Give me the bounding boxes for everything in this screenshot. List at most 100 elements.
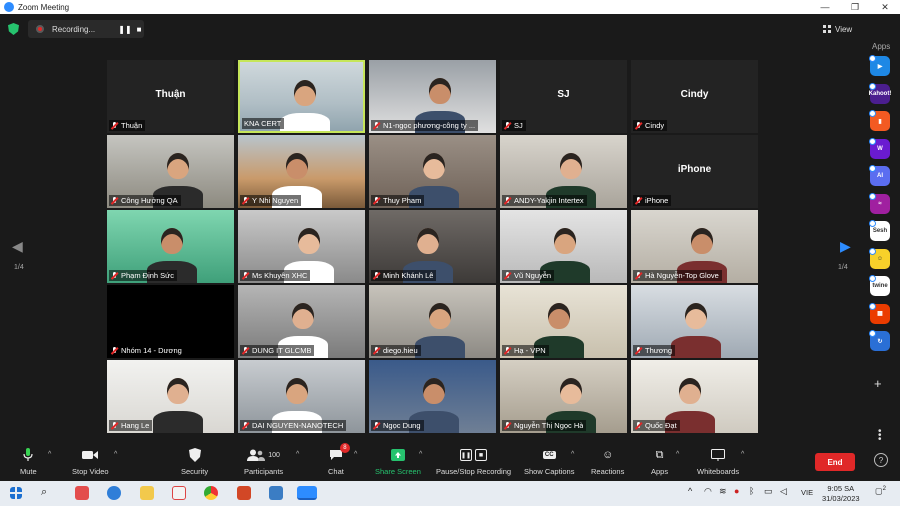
participant-display-name: Thuận <box>155 89 186 100</box>
app-smile-icon[interactable]: ☺ <box>869 247 890 269</box>
participant-tile[interactable]: SJ SJ <box>500 60 627 133</box>
participants-button[interactable]: 100 Participants <box>244 447 283 476</box>
participant-head <box>167 378 189 404</box>
apps-options-caret-icon[interactable]: ^ <box>676 451 679 458</box>
participant-tile[interactable]: Minh Khánh Lê <box>369 210 496 283</box>
twine-icon[interactable]: twine <box>869 275 890 296</box>
participant-tile[interactable]: ANDY-Yakjin Intertex <box>500 135 627 208</box>
participant-tile[interactable]: diego.hieu <box>369 285 496 358</box>
wordwall-icon[interactable]: W <box>869 137 890 159</box>
participant-tile[interactable]: KNA CERT <box>238 60 365 133</box>
pause-recording-icon[interactable]: ❚❚ <box>118 24 131 34</box>
whiteboard-options-caret-icon[interactable]: ^ <box>741 451 744 458</box>
participant-tile[interactable]: Y Nhi Nguyen <box>238 135 365 208</box>
volume-icon[interactable]: ◁ <box>780 486 787 497</box>
participant-tile[interactable]: Nguyễn Thị Ngọc Hà <box>500 360 627 433</box>
chat-button[interactable]: 8 Chat <box>328 443 350 476</box>
chat-options-caret-icon[interactable]: ^ <box>354 451 357 458</box>
participant-tile[interactable]: Quốc Đạt <box>631 360 758 433</box>
photos-icon[interactable] <box>269 486 283 500</box>
participant-tile[interactable]: Thuận Thuận <box>107 60 234 133</box>
share-options-caret-icon[interactable]: ^ <box>419 451 422 458</box>
participant-tile[interactable]: iPhone iPhone <box>631 135 758 208</box>
participants-options-caret-icon[interactable]: ^ <box>296 451 299 458</box>
close-button[interactable]: ✕ <box>870 0 900 14</box>
participant-tile[interactable]: Nhóm 14 - Dương <box>107 285 234 358</box>
zoom-taskbar-icon[interactable] <box>297 486 317 500</box>
file-explorer-icon[interactable] <box>140 486 154 500</box>
muted-microphone-icon <box>504 421 511 430</box>
share-screen-button[interactable]: Share Screen <box>375 447 421 476</box>
apps-button[interactable]: ⧉ Apps <box>651 447 668 477</box>
participant-tile[interactable]: Phạm Định Sức <box>107 210 234 283</box>
mute-button[interactable]: Mute <box>20 447 37 476</box>
app-orange-icon[interactable]: ▮ <box>869 110 890 131</box>
wifi-icon[interactable]: ≋ <box>719 486 727 497</box>
stop-recording-icon[interactable]: ■ <box>134 24 144 34</box>
participant-tile[interactable]: N1-ngọc phương-công ty ... <box>369 60 496 133</box>
video-options-caret-icon[interactable]: ^ <box>114 451 117 458</box>
chat-label: Chat <box>328 467 344 476</box>
app-office-icon[interactable]: ▦ <box>869 302 890 324</box>
security-button[interactable]: Security <box>181 447 208 476</box>
participant-tile[interactable]: DUNG IT GLCMB <box>238 285 365 358</box>
participant-head <box>292 303 314 329</box>
participant-name-label: Thương <box>633 345 676 356</box>
participant-tile[interactable]: DAI NGUYEN-NANOTECH <box>238 360 365 433</box>
next-page-arrow-icon[interactable]: ▶ <box>840 238 851 255</box>
participant-tile[interactable]: Cindy Cindy <box>631 60 758 133</box>
participant-tile[interactable]: Hà Nguyễn-Top Glove <box>631 210 758 283</box>
sesh-icon[interactable]: Sesh <box>869 220 890 241</box>
notifications-icon[interactable]: ▢2 <box>875 486 886 496</box>
app-taskbar-icon-1[interactable] <box>75 486 89 500</box>
app-taskbar-icon-2[interactable] <box>172 486 186 500</box>
participant-tile[interactable]: Hạ - VPN <box>500 285 627 358</box>
audio-options-caret-icon[interactable]: ^ <box>48 451 51 458</box>
input-language[interactable]: VIE <box>801 488 813 497</box>
show-captions-button[interactable]: CC Show Captions <box>524 447 574 476</box>
reactions-button[interactable]: ☺ Reactions <box>591 447 624 476</box>
app-play-icon[interactable]: ▶ <box>869 55 890 76</box>
show-hidden-icons-icon[interactable]: ^ <box>688 486 692 496</box>
network-icon[interactable]: ◠ <box>704 486 712 497</box>
restore-button[interactable]: ❐ <box>840 0 870 14</box>
participant-name-label: Y Nhi Nguyen <box>240 195 302 206</box>
app-sync-icon[interactable]: ↻ <box>869 330 890 351</box>
windows-start-icon[interactable] <box>10 487 22 499</box>
app-wave-icon[interactable]: ≈ <box>869 192 890 214</box>
participant-name-label: KNA CERT <box>242 118 285 129</box>
end-meeting-button[interactable]: End <box>815 453 855 471</box>
participant-tile[interactable]: Thuy Pham <box>369 135 496 208</box>
participant-tile[interactable]: Thương <box>631 285 758 358</box>
minimize-button[interactable]: — <box>810 0 840 14</box>
participant-head <box>560 378 582 404</box>
muted-microphone-icon <box>111 346 118 355</box>
battery-icon[interactable]: ▭ <box>764 486 773 497</box>
edge-browser-icon[interactable] <box>107 486 121 500</box>
kahoot-icon[interactable]: Kahoot! <box>869 82 891 104</box>
stop-video-button[interactable]: Stop Video <box>72 447 109 476</box>
search-icon[interactable]: ⌕ <box>41 486 55 500</box>
encryption-shield-icon[interactable] <box>8 23 19 35</box>
app-tray-icon-1[interactable]: ● <box>734 486 739 496</box>
system-clock[interactable]: 9:05 SA 31/03/2023 <box>822 484 860 504</box>
participant-name: KNA CERT <box>244 119 282 128</box>
help-icon[interactable]: ? <box>874 453 888 467</box>
participant-tile[interactable]: Ngọc Dung <box>369 360 496 433</box>
view-button[interactable]: View <box>823 22 859 36</box>
participant-tile[interactable]: Ms Khuyên XHC <box>238 210 365 283</box>
bluetooth-icon[interactable]: ᛒ <box>749 486 754 496</box>
participant-tile[interactable]: Vũ Nguyễn <box>500 210 627 283</box>
stop-video-label: Stop Video <box>72 467 109 476</box>
participant-tile[interactable]: Công Hưởng QA <box>107 135 234 208</box>
participant-tile[interactable]: Hang Le <box>107 360 234 433</box>
whiteboards-button[interactable]: Whiteboards <box>697 447 739 476</box>
participant-name: Thương <box>645 346 673 355</box>
add-app-icon[interactable]: + <box>874 376 882 391</box>
app-ai-icon[interactable]: AI <box>869 165 890 186</box>
powerpoint-icon[interactable] <box>237 486 251 500</box>
captions-options-caret-icon[interactable]: ^ <box>571 451 574 458</box>
previous-page-arrow-icon[interactable]: ◀ <box>12 238 23 255</box>
pause-stop-recording-button[interactable]: ❚❚ ■ Pause/Stop Recording <box>436 447 511 476</box>
chrome-browser-icon[interactable] <box>204 486 218 500</box>
